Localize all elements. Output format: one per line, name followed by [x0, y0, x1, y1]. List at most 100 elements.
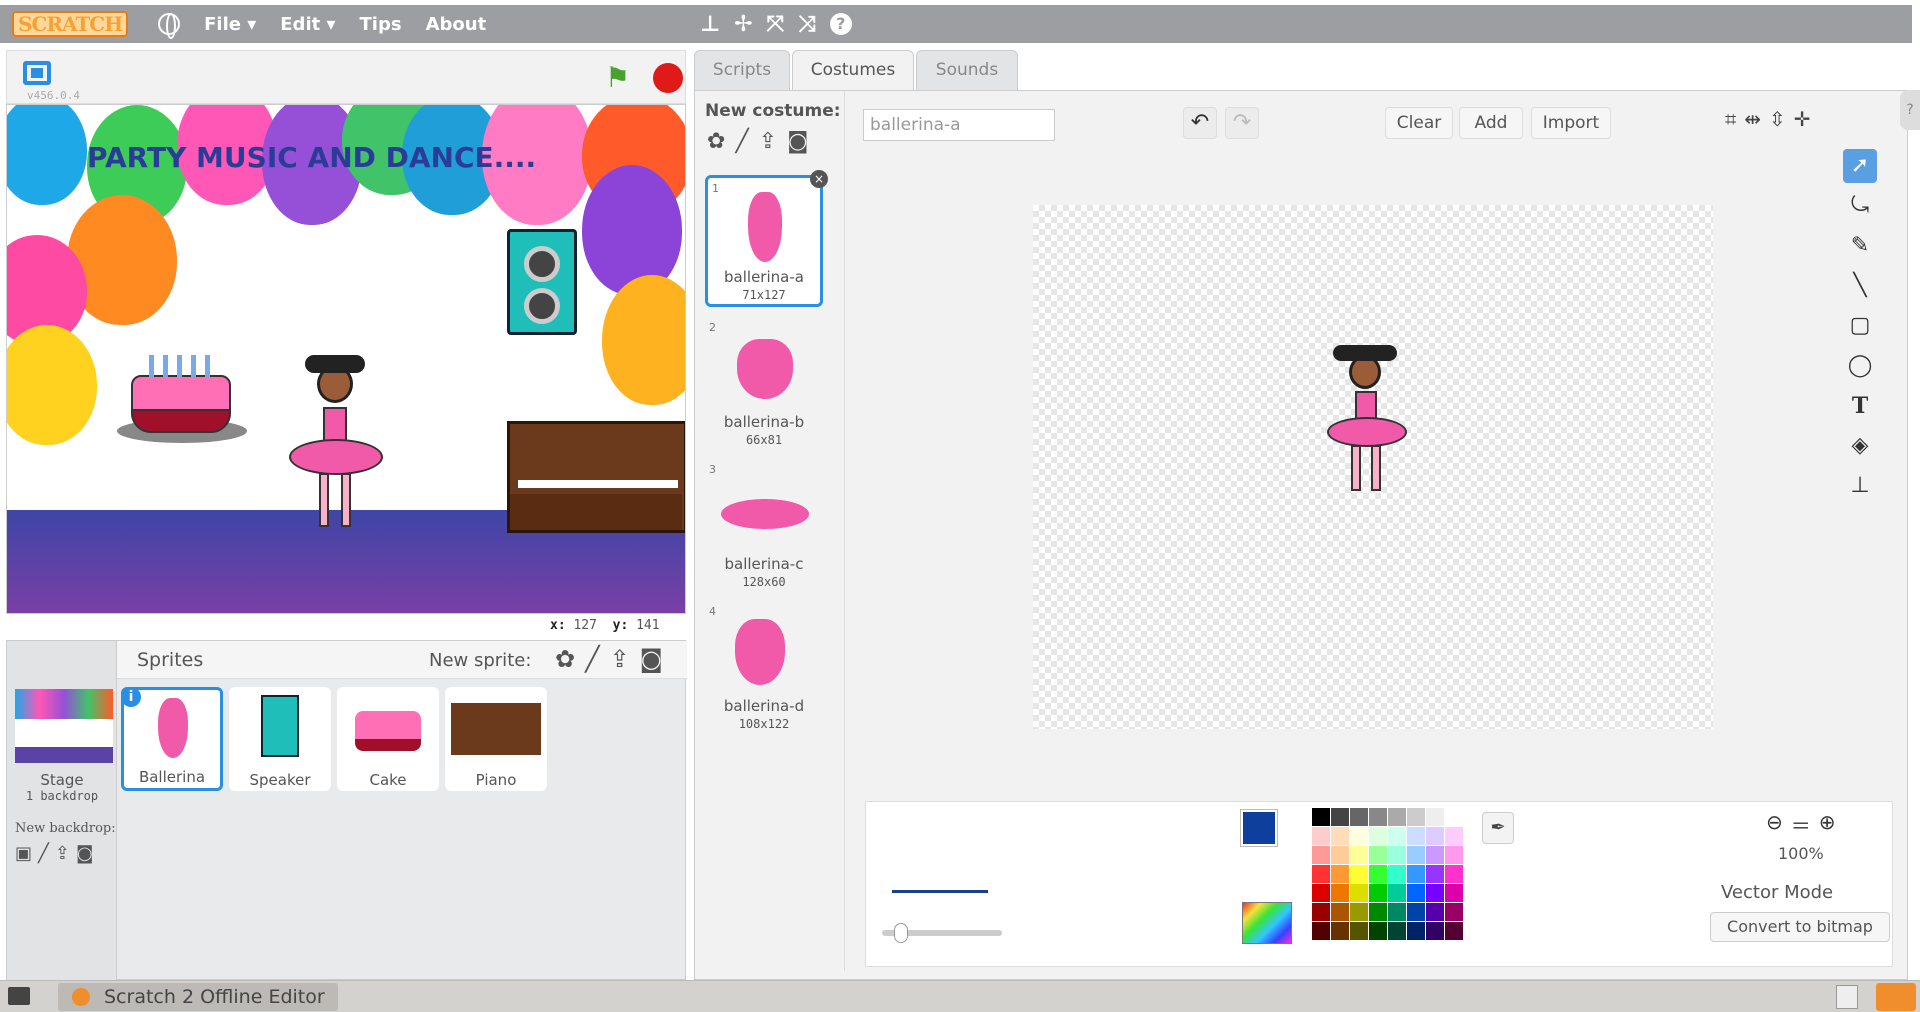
notes-icon[interactable]: [1836, 985, 1858, 1009]
sprite-tile-ballerina[interactable]: i Ballerina: [121, 687, 223, 791]
palette-swatch[interactable]: [1312, 808, 1330, 826]
piano-sprite[interactable]: [507, 421, 685, 533]
taskbar-window-item[interactable]: Scratch 2 Offline Editor: [58, 983, 338, 1011]
delete-costume-icon[interactable]: ×: [810, 170, 828, 188]
palette-swatch[interactable]: [1331, 827, 1349, 845]
line-width-slider[interactable]: [882, 923, 1002, 943]
pencil-tool-icon[interactable]: ✎: [1843, 229, 1877, 263]
ballerina-sprite[interactable]: [287, 355, 387, 545]
fullscreen-icon[interactable]: [23, 61, 51, 85]
palette-swatch[interactable]: [1312, 827, 1330, 845]
cake-sprite[interactable]: [117, 355, 247, 445]
primary-color-swatch[interactable]: [1241, 810, 1277, 846]
palette-swatch[interactable]: [1445, 846, 1463, 864]
set-center-icon[interactable]: ✛: [1794, 107, 1811, 131]
palette-swatch[interactable]: [1426, 827, 1444, 845]
tab-costumes[interactable]: Costumes: [792, 50, 914, 90]
green-flag-icon[interactable]: ⚑: [605, 61, 630, 94]
tab-sounds[interactable]: Sounds: [916, 50, 1018, 90]
import-button[interactable]: Import: [1531, 107, 1611, 139]
palette-swatch[interactable]: [1369, 827, 1387, 845]
palette-swatch[interactable]: [1312, 846, 1330, 864]
paint-backdrop-icon[interactable]: ╱: [38, 843, 49, 864]
palette-swatch[interactable]: [1312, 865, 1330, 883]
palette-swatch[interactable]: [1331, 808, 1349, 826]
backdrop-library-icon[interactable]: ▣: [15, 843, 32, 864]
palette-swatch[interactable]: [1388, 884, 1406, 902]
palette-swatch[interactable]: [1331, 846, 1349, 864]
redo-icon[interactable]: ↷: [1225, 107, 1259, 139]
palette-swatch[interactable]: [1445, 884, 1463, 902]
zoom-in-icon[interactable]: ⊕: [1819, 810, 1836, 839]
paint-costume-icon[interactable]: ╱: [735, 129, 748, 154]
palette-swatch[interactable]: [1369, 922, 1387, 940]
add-button[interactable]: Add: [1459, 107, 1523, 139]
clear-button[interactable]: Clear: [1385, 107, 1453, 139]
menu-edit[interactable]: Edit ▾: [280, 14, 335, 35]
palette-swatch[interactable]: [1388, 903, 1406, 921]
costume-name-input[interactable]: [863, 109, 1055, 141]
palette-swatch[interactable]: [1369, 884, 1387, 902]
zoom-out-icon[interactable]: ⊖: [1766, 810, 1783, 839]
color-picker-icon[interactable]: [1242, 902, 1292, 944]
help-icon[interactable]: ?: [829, 13, 852, 35]
shrink-icon[interactable]: ⤨: [798, 12, 816, 37]
speaker-sprite[interactable]: [507, 229, 577, 335]
palette-swatch[interactable]: [1407, 922, 1425, 940]
palette-swatch[interactable]: [1426, 884, 1444, 902]
delete-icon[interactable]: ✢: [734, 12, 752, 37]
eyedropper-icon[interactable]: ✒: [1482, 812, 1514, 844]
palette-swatch[interactable]: [1350, 827, 1368, 845]
tray-scratch-icon[interactable]: [1876, 983, 1916, 1011]
palette-swatch[interactable]: [1350, 903, 1368, 921]
palette-swatch[interactable]: [1388, 808, 1406, 826]
tab-scripts[interactable]: Scripts: [694, 50, 790, 90]
palette-swatch[interactable]: [1388, 922, 1406, 940]
start-menu-icon[interactable]: [8, 987, 30, 1005]
palette-swatch[interactable]: [1331, 903, 1349, 921]
palette-swatch[interactable]: [1388, 827, 1406, 845]
palette-swatch[interactable]: [1350, 865, 1368, 883]
palette-swatch[interactable]: [1426, 922, 1444, 940]
menu-file[interactable]: File ▾: [204, 14, 256, 35]
zoom-reset-icon[interactable]: ＝: [1791, 810, 1811, 839]
palette-swatch[interactable]: [1331, 884, 1349, 902]
fill-tool-icon[interactable]: ◈: [1843, 429, 1877, 463]
palette-swatch[interactable]: [1331, 865, 1349, 883]
costume-item[interactable]: 4 ballerina-d 108x122: [705, 601, 823, 733]
select-tool-icon[interactable]: ➚: [1843, 149, 1877, 183]
palette-swatch[interactable]: [1350, 922, 1368, 940]
palette-swatch[interactable]: [1407, 884, 1425, 902]
palette-swatch[interactable]: [1426, 846, 1444, 864]
convert-to-bitmap-button[interactable]: Convert to bitmap: [1710, 912, 1890, 942]
reshape-tool-icon[interactable]: ⤿: [1843, 189, 1877, 223]
palette-swatch[interactable]: [1350, 846, 1368, 864]
info-icon[interactable]: i: [121, 687, 141, 707]
stop-icon[interactable]: [653, 63, 683, 93]
palette-swatch[interactable]: [1369, 808, 1387, 826]
undo-icon[interactable]: ↶: [1183, 107, 1217, 139]
palette-swatch[interactable]: [1445, 903, 1463, 921]
sprite-tile-piano[interactable]: Piano: [445, 687, 547, 791]
text-tool-icon[interactable]: T: [1843, 389, 1877, 423]
palette-swatch[interactable]: [1426, 808, 1444, 826]
palette-swatch[interactable]: [1350, 884, 1368, 902]
palette-swatch[interactable]: [1445, 922, 1463, 940]
palette-swatch[interactable]: [1388, 846, 1406, 864]
scratch-logo[interactable]: SCRATCH: [12, 11, 129, 37]
palette-swatch[interactable]: [1426, 903, 1444, 921]
palette-swatch[interactable]: [1369, 903, 1387, 921]
rectangle-tool-icon[interactable]: ▢: [1843, 309, 1877, 343]
sprite-library-icon[interactable]: ✿: [555, 645, 575, 673]
line-tool-icon[interactable]: ╲: [1843, 269, 1877, 303]
camera-sprite-icon[interactable]: ◙: [640, 645, 663, 673]
palette-swatch[interactable]: [1407, 827, 1425, 845]
grow-icon[interactable]: ⤧: [767, 12, 785, 37]
palette-swatch[interactable]: [1369, 846, 1387, 864]
menu-about[interactable]: About: [426, 14, 487, 35]
palette-swatch[interactable]: [1407, 865, 1425, 883]
palette-swatch[interactable]: [1369, 865, 1387, 883]
sprite-tile-speaker[interactable]: Speaker: [229, 687, 331, 791]
palette-swatch[interactable]: [1426, 865, 1444, 883]
menu-tips[interactable]: Tips: [360, 14, 402, 35]
